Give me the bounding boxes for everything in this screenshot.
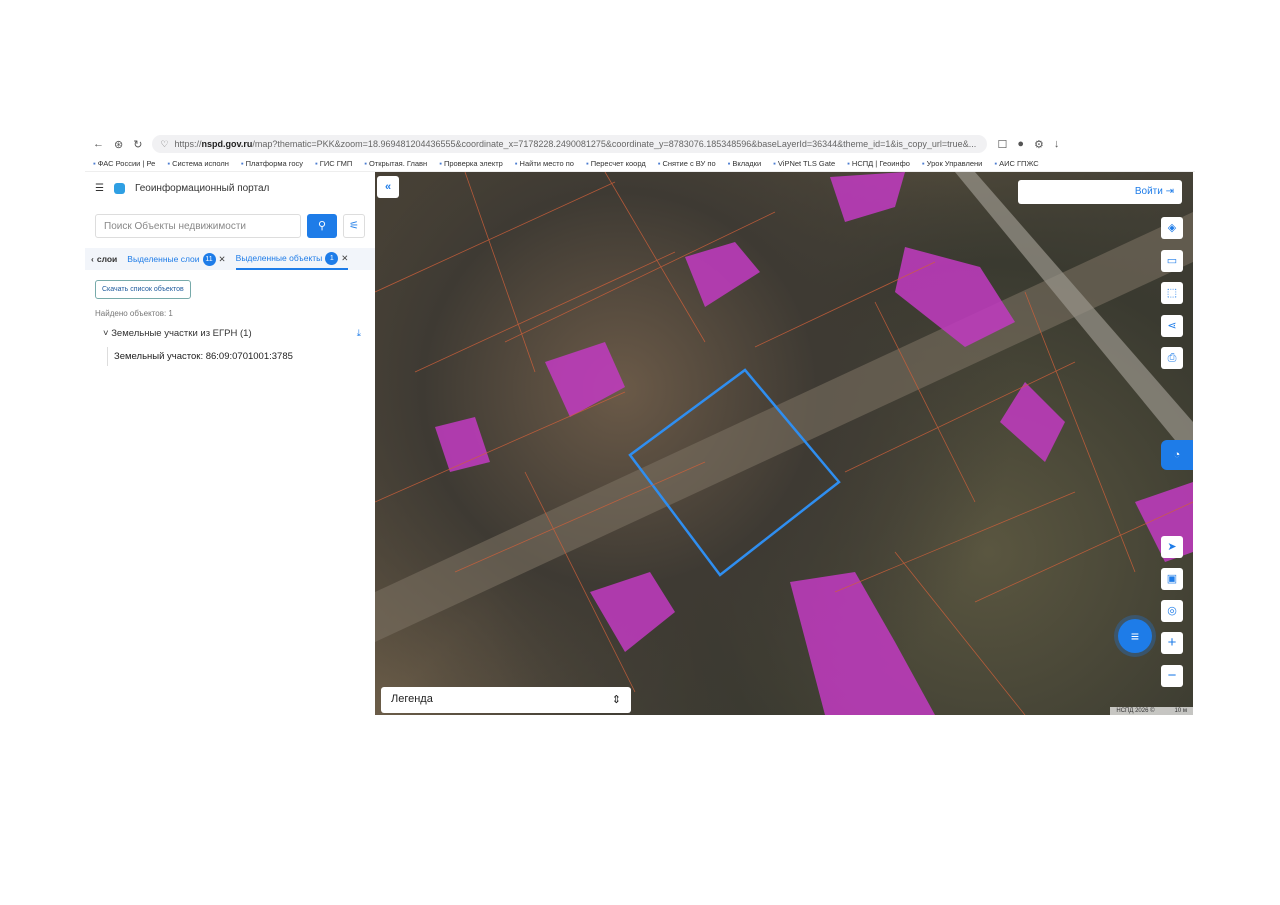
zoom-in-button[interactable]: + [1161, 632, 1183, 654]
count-badge: 1 [325, 251, 339, 265]
measure-button[interactable]: ▭ [1161, 250, 1183, 272]
plus-icon: + [1167, 634, 1177, 651]
chevron-down-icon: ˅ [103, 328, 112, 339]
found-count: Найдено объектов: 1 [95, 309, 173, 318]
bookmark[interactable]: Система исполн [167, 159, 229, 168]
minus-icon: − [1167, 667, 1177, 684]
back-icon[interactable]: ← [93, 138, 104, 150]
map-imagery [375, 172, 1193, 715]
chat-button[interactable]: ≡ [1118, 619, 1152, 653]
location-search-icon: ◎ [1167, 605, 1177, 617]
geolocation-button[interactable]: ➤ [1161, 536, 1183, 558]
tabs: ‹ слои Выделенные слои 11 ✕ Выделенные объ… [85, 248, 375, 270]
url-host: nspd.gov.ru [201, 139, 253, 149]
search-input[interactable]: Поиск Объекты недвижимости [95, 214, 301, 238]
chat-icon: ≡ [1130, 628, 1140, 644]
print-icon: ⎙ [1167, 352, 1177, 364]
ruler-icon: ▭ [1166, 255, 1178, 267]
minimap-button[interactable]: ▣ [1161, 568, 1183, 590]
bookmark[interactable]: Найти место по [515, 159, 574, 168]
download-icon[interactable]: ↓ [1054, 138, 1060, 150]
print-button[interactable]: ⎙ [1161, 347, 1183, 369]
portal-title: Геоинформационный портал [134, 182, 270, 194]
minimap-icon: ▣ [1166, 573, 1178, 585]
bookmark-icon[interactable]: ☐ [997, 138, 1007, 151]
extensions-icon[interactable]: ⚙ [1034, 138, 1044, 151]
login-icon: ⇥ [1165, 186, 1174, 197]
bookmark[interactable]: Проверка электр [439, 159, 503, 168]
assistant-icon: ◔ [1173, 449, 1181, 461]
shield-icon: ♡ [160, 138, 169, 149]
login-label: Войти [1134, 186, 1163, 197]
share-icon: ⋖ [1167, 320, 1177, 332]
tab-selected-layers[interactable]: Выделенные слои 11 ✕ [127, 248, 226, 270]
download-list-button[interactable]: Скачать список объектов [95, 280, 191, 299]
url-rest: /map?thematic=PKK&zoom=18.96948120443655… [252, 139, 977, 149]
tab-label: Выделенные слои [127, 254, 200, 264]
search-icon: ⚲ [317, 220, 327, 232]
filter-button[interactable]: ⚟ [343, 214, 365, 238]
tab-layers[interactable]: ‹ слои [91, 248, 117, 270]
group-header[interactable]: ˅ Земельные участки из ЕГРН (1) ⤓ [103, 328, 361, 339]
share-button[interactable]: ⋖ [1161, 315, 1183, 337]
collapse-sidebar-button[interactable]: « [377, 176, 399, 198]
tab-label: слои [96, 254, 118, 264]
bookmark[interactable]: Снятие с ВУ по [658, 159, 715, 168]
legend-select[interactable]: Легенда ⇕ [381, 687, 631, 713]
address-bar[interactable]: ♡ https://nspd.gov.ru/map?thematic=PKK&zo… [152, 135, 988, 153]
copyright: НСПД 2026 © [1116, 708, 1155, 714]
url-prefix: https:// [174, 139, 202, 149]
bookmark[interactable]: АИС ГПЖС [994, 159, 1039, 168]
bookmarks-bar: ФАС России | Ре Система исполн Платформа г… [85, 155, 1195, 172]
list-item[interactable]: Земельный участок: 86:09:0701001:3785 [107, 347, 375, 366]
count-badge: 11 [202, 252, 216, 266]
bookmark[interactable]: ФАС России | Ре [93, 159, 156, 168]
scale-bar: НСПД 2026 © 10 м [1110, 707, 1193, 715]
legend-label: Легенда [391, 693, 433, 705]
bookmark[interactable]: НСПД | Геоинфо [847, 159, 910, 168]
sidebar: ☰ Геоинформационный портал Поиск Объекты … [85, 172, 375, 715]
bookmark[interactable]: ГИС ГМП [315, 159, 352, 168]
select-area-icon: ⬚ [1166, 287, 1178, 299]
zoom-out-button[interactable]: − [1161, 665, 1183, 687]
assistant-button[interactable]: ◔ [1161, 440, 1193, 470]
double-chevron-left-icon: « [384, 181, 392, 193]
login-button[interactable]: Войти ⇥ [1018, 180, 1182, 204]
scale-label: 10 м [1174, 708, 1187, 714]
menu-icon[interactable]: ☰ [95, 183, 104, 194]
tab-selected-objects[interactable]: Выделенные объекты 1 ✕ [235, 248, 349, 270]
profile-icon[interactable]: ● [1017, 138, 1024, 150]
layers-button[interactable]: ◈ [1161, 217, 1183, 239]
portal-logo-icon [113, 182, 125, 194]
filter-icon: ⚟ [349, 220, 359, 232]
select-area-button[interactable]: ⬚ [1161, 282, 1183, 304]
close-icon[interactable]: ✕ [219, 254, 226, 265]
chevron-updown-icon: ⇕ [611, 694, 621, 706]
bookmark[interactable]: ViPNet TLS Gate [773, 159, 835, 168]
bookmark[interactable]: Урок Управлени [922, 159, 983, 168]
search-location-button[interactable]: ◎ [1161, 600, 1183, 622]
navigation-arrow-icon: ➤ [1167, 541, 1177, 553]
group-label: Земельные участки из ЕГРН (1) [111, 328, 252, 339]
bookmark[interactable]: Открытая. Главн [364, 159, 427, 168]
map[interactable]: « Войти ⇥ ◈ ▭ ⬚ ⋖ ⎙ ◔ ➤ ▣ ◎ + − ≡ Легенд… [375, 172, 1193, 715]
search-button[interactable]: ⚲ [307, 214, 337, 238]
browser-toolbar: ← ⊛ ↻ ♡ https://nspd.gov.ru/map?thematic=… [85, 133, 1195, 155]
tab-label: Выделенные объекты [235, 253, 323, 263]
reload-icon[interactable]: ↻ [133, 138, 142, 151]
bookmark[interactable]: Платформа госу [241, 159, 303, 168]
bookmark[interactable]: Вкладки [728, 159, 761, 168]
bookmark[interactable]: Пересчет коорд [586, 159, 646, 168]
download-icon[interactable]: ⤓ [357, 328, 361, 339]
close-icon[interactable]: ✕ [341, 253, 348, 264]
layers-icon: ◈ [1167, 222, 1177, 234]
browser-window: ← ⊛ ↻ ♡ https://nspd.gov.ru/map?thematic=… [85, 133, 1195, 715]
extension-icon[interactable]: ⊛ [114, 138, 123, 151]
